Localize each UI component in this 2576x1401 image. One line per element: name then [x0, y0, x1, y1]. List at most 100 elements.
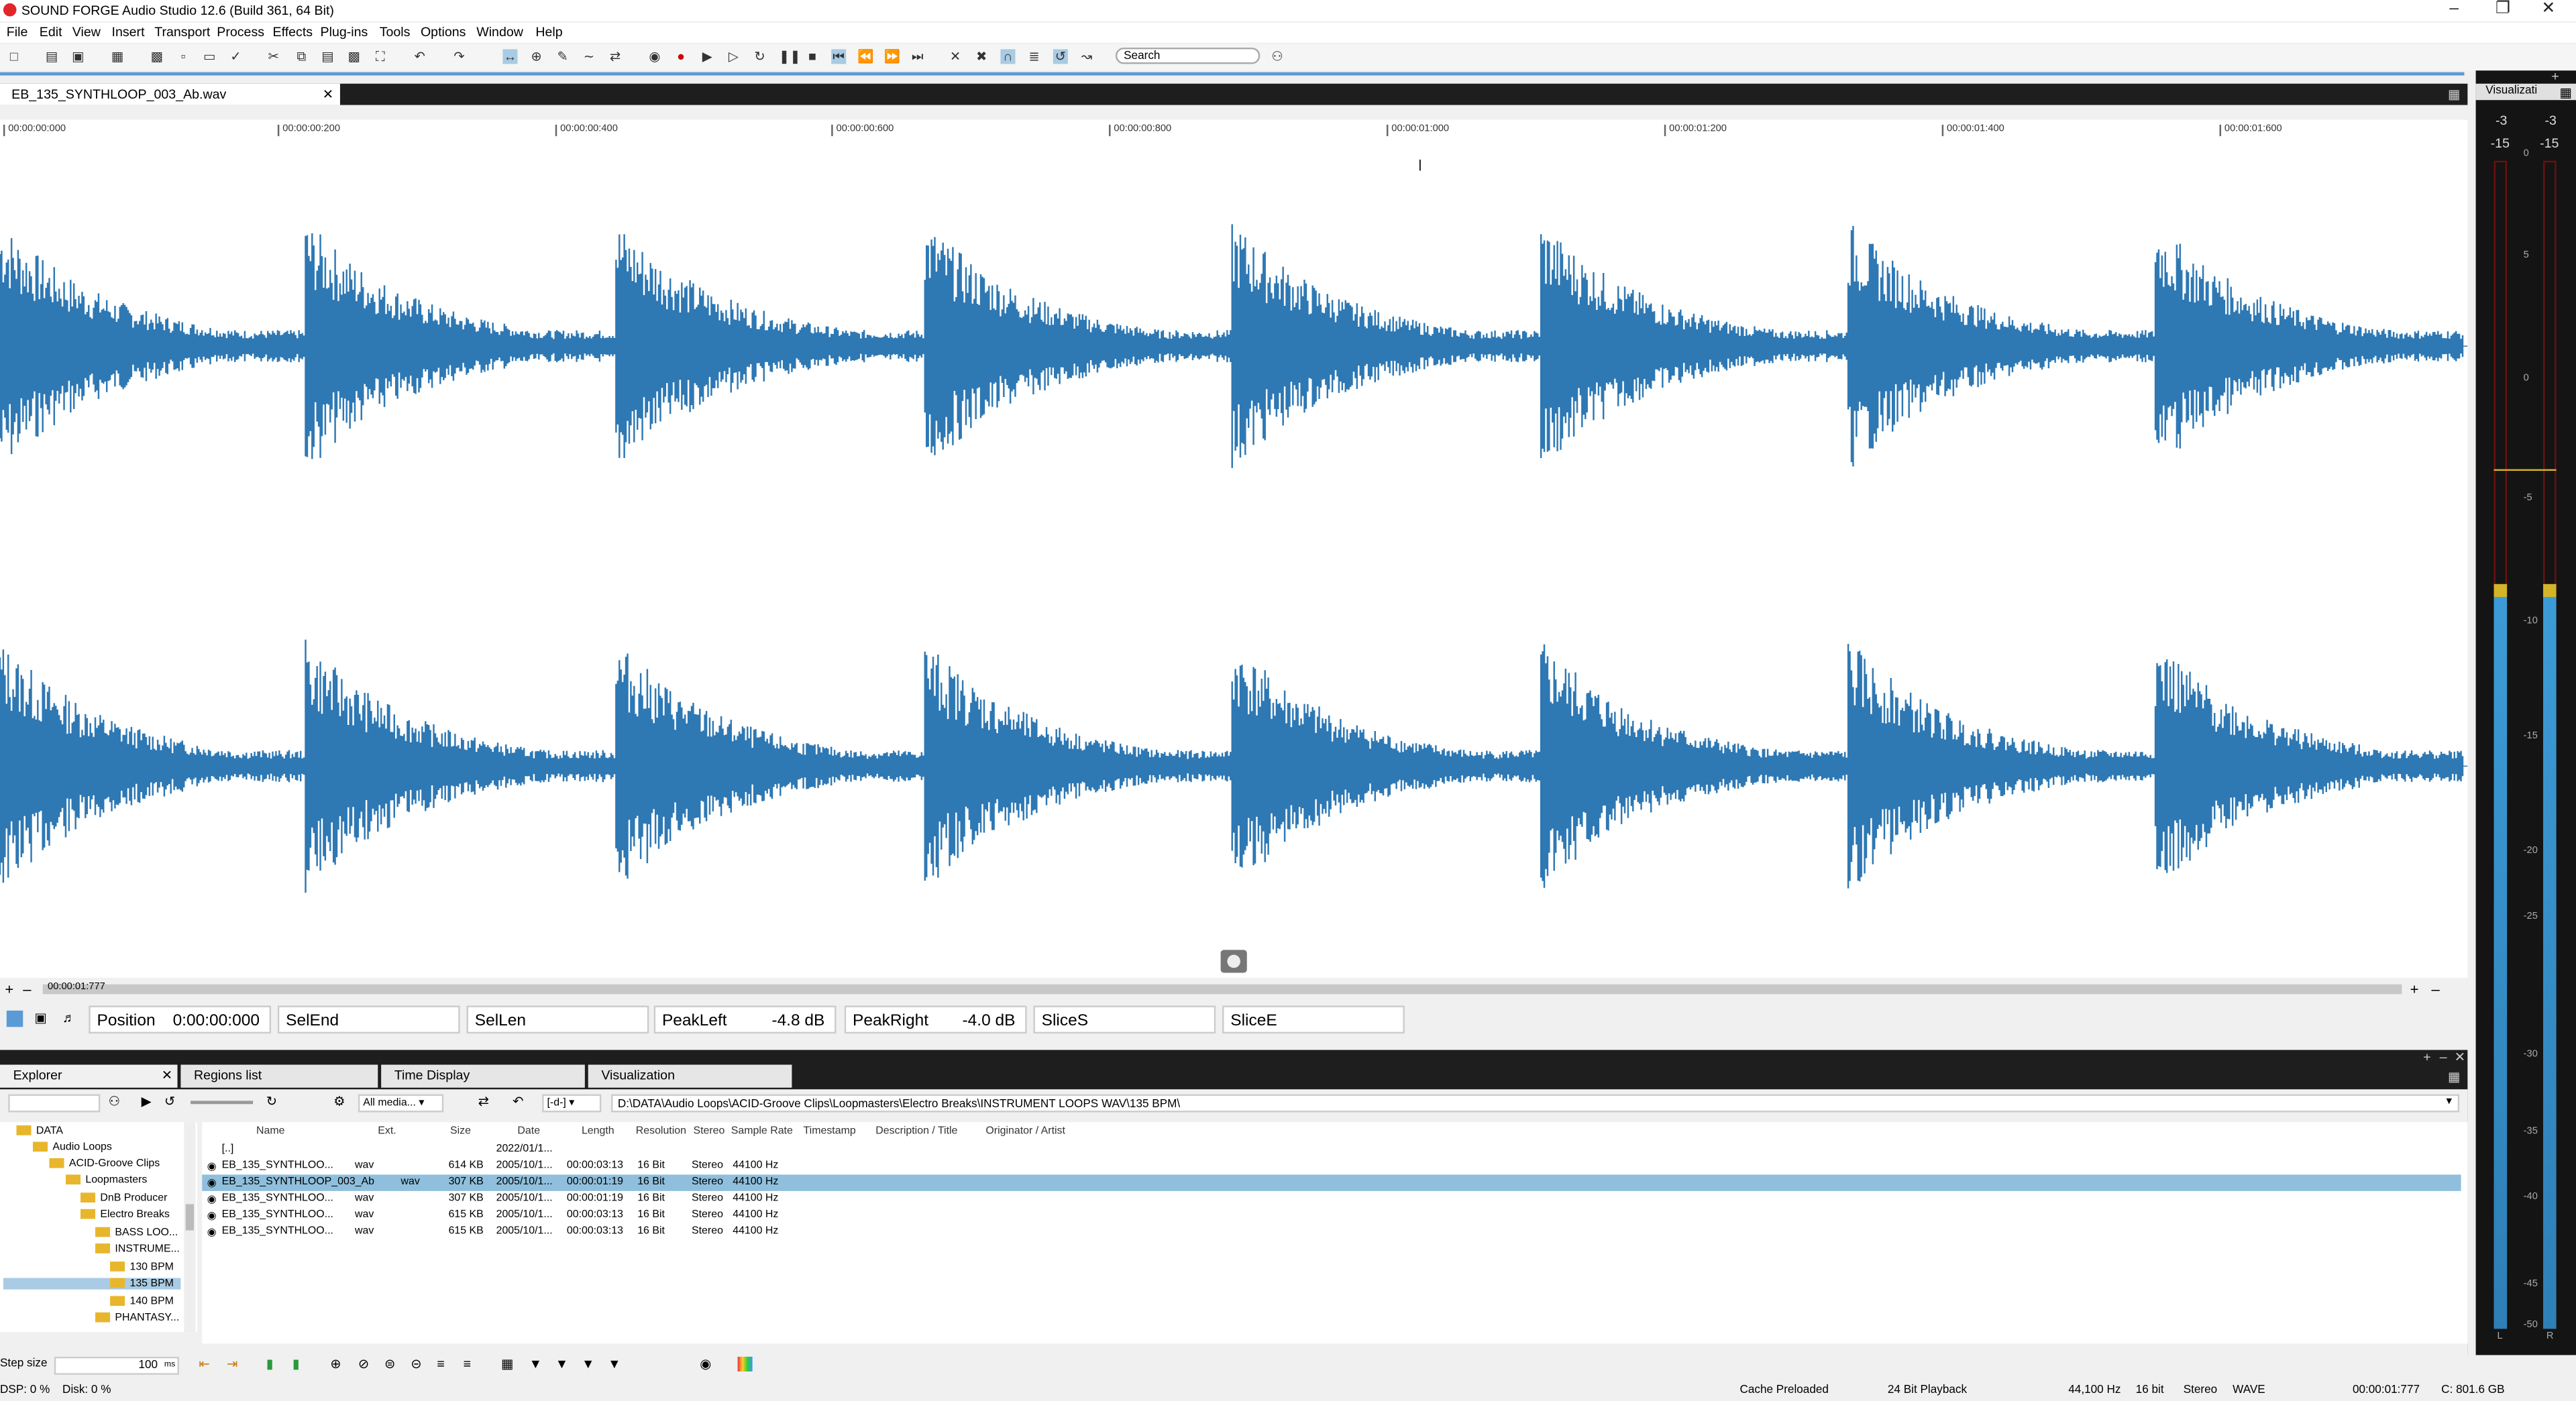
play-all-icon[interactable]: ▷	[726, 49, 741, 64]
snap-icon[interactable]: ≣	[1027, 49, 1042, 64]
new-file-icon[interactable]: □	[7, 49, 21, 64]
col-date[interactable]: Date	[517, 1125, 540, 1137]
distribute-icon[interactable]: ≡	[464, 1357, 471, 1371]
cut-icon[interactable]: ✂	[266, 49, 281, 64]
tree-item-audio-loops[interactable]: Audio Loops	[32, 1141, 112, 1154]
col-timestamp[interactable]: Timestamp	[804, 1125, 856, 1137]
meter-menu-icon[interactable]: ▦	[2560, 85, 2573, 100]
file-row[interactable]: ◉ EB_135_SYNTHLOO... wav 614 KB 2005/10/…	[202, 1158, 2461, 1174]
auto-play-icon[interactable]: ↺	[164, 1095, 175, 1109]
edit-tool-icon[interactable]: ↔	[502, 49, 518, 64]
horizontal-scrollbar[interactable]: + – 00:00:01:777 + –	[0, 980, 2468, 1001]
close-icon[interactable]: ✕	[2542, 0, 2556, 18]
auto-ripple-icon[interactable]: ✕	[948, 49, 963, 64]
peakleft-field[interactable]: PeakLeft -4.8 dB	[653, 1005, 837, 1034]
col-name[interactable]: Name	[256, 1125, 284, 1137]
marker-c-icon[interactable]: ▼	[582, 1357, 594, 1371]
check-icon[interactable]: ✓	[228, 49, 243, 64]
tree-item-data[interactable]: DATA	[16, 1125, 63, 1137]
print-icon[interactable]: ▫	[176, 49, 191, 64]
step-size-input[interactable]: 100	[54, 1356, 179, 1375]
doc-tab[interactable]: EB_135_SYNTHLOOP_003_Ab.wav ✕	[0, 83, 340, 105]
rewind-icon[interactable]: ⏪	[857, 49, 873, 64]
col-size[interactable]: Size	[450, 1125, 471, 1137]
waveform-canvas[interactable]	[0, 137, 2468, 977]
zoom-out-right-icon[interactable]: –	[2431, 981, 2439, 997]
tree-item-electro-breaks[interactable]: Electro Breaks	[80, 1209, 170, 1221]
sellen-field[interactable]: SelLen	[466, 1005, 649, 1034]
mode-icon[interactable]	[6, 1010, 23, 1027]
redo-icon[interactable]: ↷	[451, 49, 466, 64]
tree-item-loopmasters[interactable]: Loopmasters	[65, 1174, 147, 1186]
zoom-in-icon[interactable]: +	[5, 981, 13, 997]
binoculars-icon[interactable]: ⚇	[1270, 49, 1285, 64]
menu-process[interactable]: Process	[217, 25, 264, 40]
drive-select[interactable]: [-d-] ▾	[542, 1094, 602, 1113]
marker-out-icon[interactable]: ▮	[292, 1357, 300, 1371]
merge-icon[interactable]: ⊜	[384, 1357, 395, 1371]
tab-regions-list[interactable]: Regions list	[180, 1064, 378, 1088]
pencil-tool-icon[interactable]: ✎	[555, 49, 570, 64]
pause-icon[interactable]: ❚❚	[779, 49, 801, 64]
punch-icon[interactable]: ↝	[1079, 49, 1094, 64]
sync-icon[interactable]: ⇄	[478, 1095, 489, 1109]
save-icon[interactable]: ▣	[70, 49, 85, 64]
menu-view[interactable]: View	[72, 25, 101, 40]
forward-icon[interactable]: ⏩	[884, 49, 900, 64]
explorer-binoculars-icon[interactable]: ⚇	[109, 1095, 121, 1109]
col-description[interactable]: Description / Title	[875, 1125, 957, 1137]
menu-file[interactable]: File	[7, 25, 28, 40]
waveform-display[interactable]: I	[0, 137, 2468, 978]
menu-transport[interactable]: Transport	[154, 25, 210, 40]
tree-item-135-bpm[interactable]: 135 BPM	[3, 1278, 181, 1290]
col-length[interactable]: Length	[582, 1125, 614, 1137]
scroll-thumb[interactable]	[42, 984, 2402, 995]
prev-marker-icon[interactable]: ⇤	[199, 1357, 209, 1371]
tree-item-130-bpm[interactable]: 130 BPM	[110, 1262, 174, 1273]
maximize-icon[interactable]: ❐	[2496, 0, 2510, 18]
record-arm-icon[interactable]: ◉	[647, 49, 662, 64]
zoom-handle[interactable]	[1220, 950, 1247, 973]
pane-close-icon[interactable]: ✕	[2455, 1050, 2465, 1065]
tab-visualization[interactable]: Visualization	[588, 1064, 792, 1088]
split-icon[interactable]: ⊘	[358, 1357, 369, 1371]
tree-item-phantasy[interactable]: PHANTASY...	[95, 1312, 179, 1324]
file-row[interactable]: ◉ EB_135_SYNTHLOO... wav 307 KB 2005/10/…	[202, 1191, 2461, 1207]
file-row[interactable]: ◉ EB_135_SYNTHLOOP_003_Ab wav 307 KB 200…	[202, 1174, 2461, 1191]
tree-item-140-bpm[interactable]: 140 BPM	[110, 1296, 174, 1308]
tree-scrollbar[interactable]	[184, 1122, 196, 1333]
crop-icon[interactable]: ⛶	[373, 49, 388, 64]
tab-explorer[interactable]: Explorer ✕	[0, 1064, 178, 1088]
path-dropdown-icon[interactable]: ▾	[2447, 1095, 2453, 1107]
crossfade-icon[interactable]: ✖	[974, 49, 989, 64]
explorer-play-icon[interactable]: ▶	[142, 1095, 152, 1109]
tab-time-display[interactable]: Time Display	[381, 1064, 585, 1088]
envelope-tool-icon[interactable]: ∼	[582, 49, 596, 64]
file-row[interactable]: [..] 2022/01/1...	[202, 1142, 2461, 1158]
explorer-search-input[interactable]	[8, 1094, 101, 1113]
menu-plugins[interactable]: Plug-ins	[321, 25, 368, 40]
play-icon[interactable]: ▶	[700, 49, 714, 64]
record-icon[interactable]: ●	[674, 49, 688, 64]
timeline-ruler[interactable]: 00:00:00:000 00:00:00:200 00:00:00:400 0…	[0, 119, 2468, 139]
mix-icon[interactable]: ▩	[347, 49, 362, 64]
shift-icon[interactable]: ⊝	[411, 1357, 421, 1371]
slicee-field[interactable]: SliceE	[1222, 1005, 1405, 1034]
paste-icon[interactable]: ▤	[321, 49, 335, 64]
meter-add-icon[interactable]: +	[2551, 69, 2559, 84]
pane-min-icon[interactable]: –	[2440, 1050, 2447, 1065]
settings-gear-icon[interactable]: ⚙	[333, 1095, 345, 1109]
next-marker-icon[interactable]: ⇥	[227, 1357, 237, 1371]
col-ext[interactable]: Ext.	[378, 1125, 396, 1137]
save-all-icon[interactable]: ▦	[110, 49, 125, 64]
path-input[interactable]: D:\DATA\Audio Loops\ACID-Groove Clips\Lo…	[611, 1094, 2460, 1113]
tree-item-instrument-loops[interactable]: INSTRUME...	[95, 1243, 180, 1255]
render-icon[interactable]: ▩	[150, 49, 164, 64]
loop-icon[interactable]: ↻	[753, 49, 767, 64]
open-folder-icon[interactable]: ▤	[44, 49, 59, 64]
undo-icon[interactable]: ↶	[413, 49, 427, 64]
menu-help[interactable]: Help	[535, 25, 562, 40]
zoom-out-icon[interactable]: –	[23, 981, 31, 997]
menu-tools[interactable]: Tools	[380, 25, 411, 40]
menu-effects[interactable]: Effects	[273, 25, 313, 40]
